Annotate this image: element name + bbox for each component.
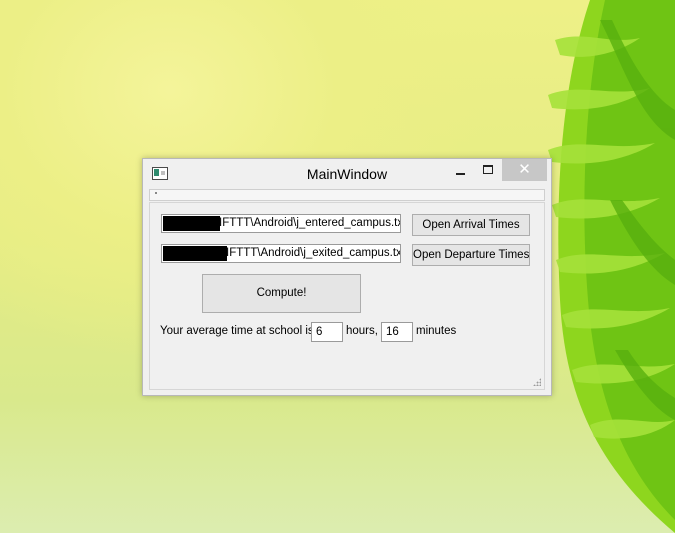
maximize-icon[interactable] bbox=[475, 159, 502, 181]
minutes-field[interactable]: 16 bbox=[381, 322, 413, 342]
title-bar[interactable]: MainWindow ✕ bbox=[143, 159, 551, 189]
redacted-path-prefix bbox=[163, 216, 220, 231]
close-icon[interactable]: ✕ bbox=[502, 159, 547, 181]
arrival-path-field[interactable]: IFTTT\Android\j_entered_campus.txt bbox=[161, 214, 401, 233]
minutes-label: minutes bbox=[416, 325, 457, 337]
size-grip-icon[interactable] bbox=[533, 378, 541, 386]
open-departure-times-button[interactable]: Open Departure Times bbox=[412, 244, 530, 266]
central-widget: IFTTT\Android\j_entered_campus.txt Open … bbox=[149, 202, 545, 390]
departure-path-field[interactable]: IFTTT\Android\j_exited_campus.txt bbox=[161, 244, 401, 263]
menu-bar-handle bbox=[155, 192, 157, 194]
average-time-label: Your average time at school is bbox=[160, 325, 314, 337]
menu-bar[interactable] bbox=[149, 189, 545, 201]
departure-path-text: IFTTT\Android\j_exited_campus.txt bbox=[226, 247, 401, 259]
compute-button[interactable]: Compute! bbox=[202, 274, 361, 313]
minimize-icon[interactable] bbox=[447, 159, 474, 181]
open-arrival-times-button[interactable]: Open Arrival Times bbox=[412, 214, 530, 236]
arrival-path-text: IFTTT\Android\j_entered_campus.txt bbox=[219, 217, 401, 229]
redacted-path-prefix bbox=[163, 246, 227, 261]
hours-label: hours, bbox=[346, 325, 378, 337]
main-window: MainWindow ✕ IFTTT\Android\j_entered_cam… bbox=[142, 158, 552, 396]
hours-field[interactable]: 6 bbox=[311, 322, 343, 342]
